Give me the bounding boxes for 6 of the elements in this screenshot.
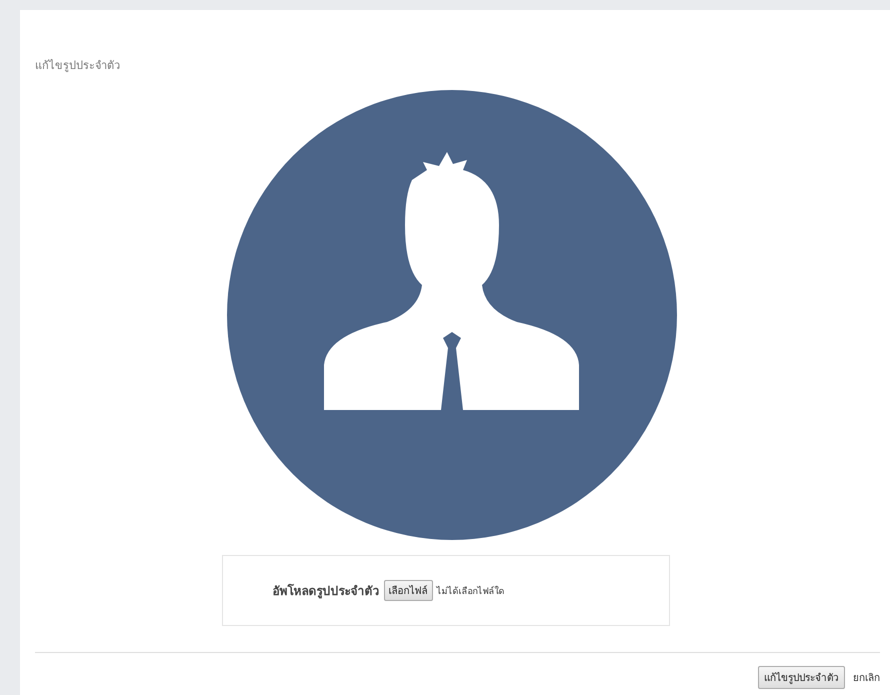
save-button[interactable]: แก้ไขรูปประจำตัว [758,666,845,689]
panel-title: แก้ไขรูปประจำตัว [35,58,120,74]
upload-label: อัพโหลดรูปประจำตัว [272,582,380,600]
file-status: ไม่ได้เลือกไฟล์ใด [436,584,504,598]
choose-file-button[interactable]: เลือกไฟล์ [384,580,432,601]
cancel-link[interactable]: ยกเลิก [853,670,880,685]
